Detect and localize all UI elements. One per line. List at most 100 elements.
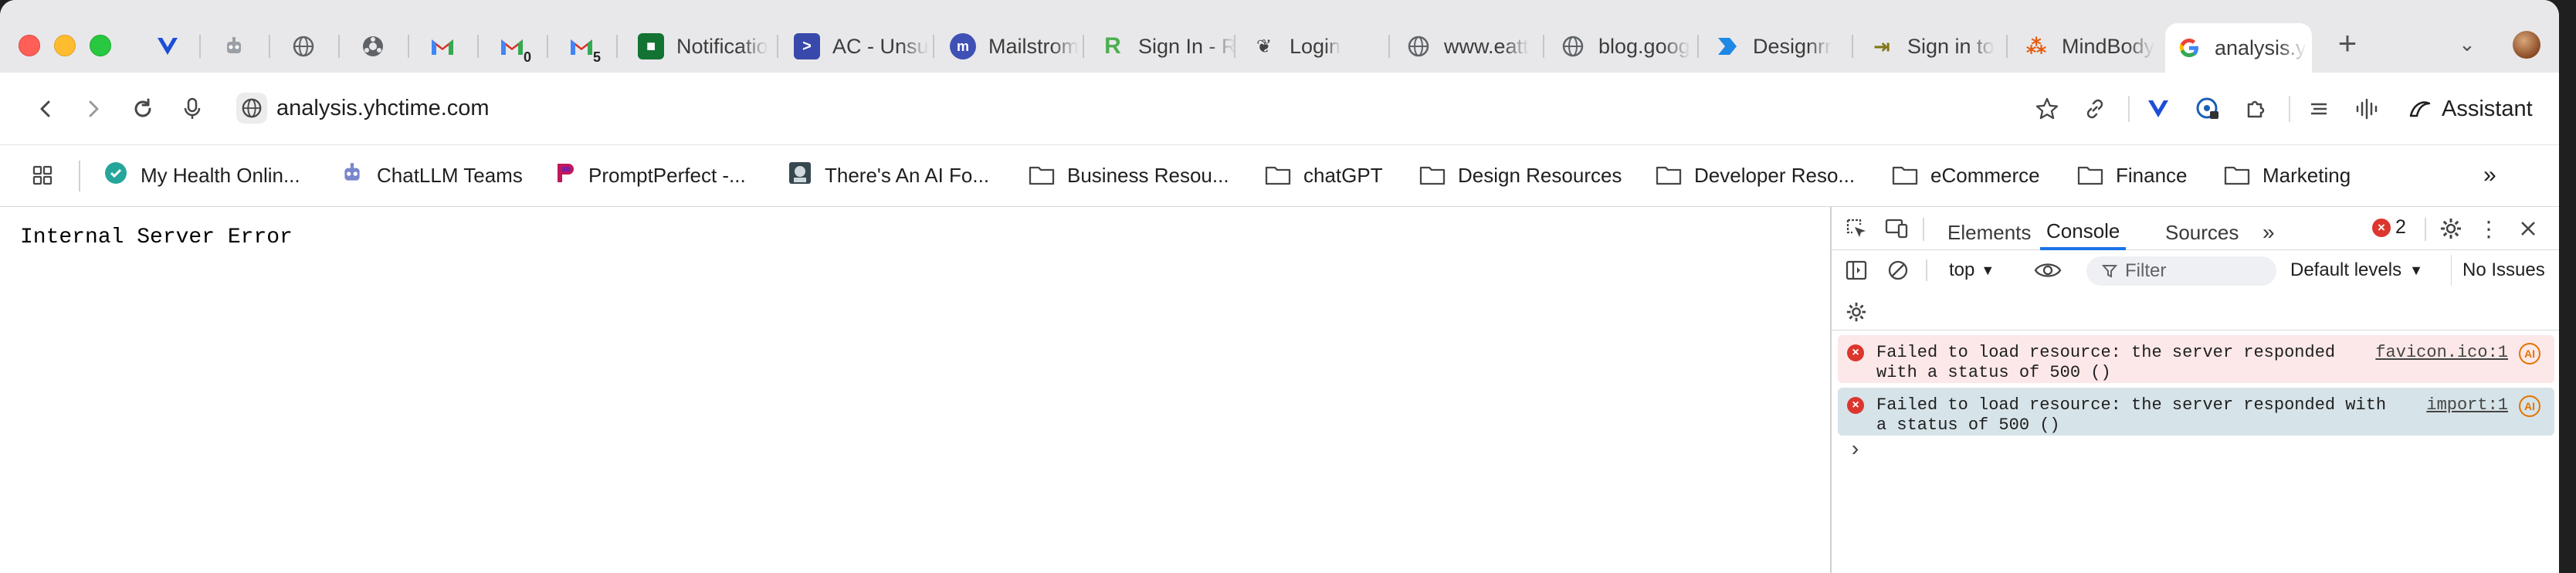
assistant-button[interactable]: Assistant xyxy=(2408,90,2533,128)
tab-notifications[interactable]: ■ Notificatio xyxy=(627,23,774,70)
devtools-settings-gear-icon[interactable] xyxy=(2437,215,2465,242)
voice-search-button[interactable] xyxy=(173,90,212,128)
source-link[interactable]: favicon.ico:1 xyxy=(2375,343,2508,363)
error-count-badge[interactable]: × 2 xyxy=(2372,216,2406,239)
extension-password-button[interactable] xyxy=(2188,90,2227,128)
bookmark-folder-developer[interactable]: Developer Reso... xyxy=(1656,158,1855,193)
extension-vee-button[interactable] xyxy=(2139,90,2178,128)
tab-vee[interactable] xyxy=(144,23,187,70)
mailstrom-icon: m xyxy=(950,33,976,59)
tab-blog-goog[interactable]: blog.goog xyxy=(1549,23,1696,70)
tab-ac[interactable]: > AC - Unsu xyxy=(783,23,930,70)
tab-badge: 5 xyxy=(592,49,601,65)
link-icon xyxy=(360,33,386,59)
folder-icon xyxy=(2077,166,2103,185)
more-tabs-chevron-icon[interactable]: » xyxy=(2262,215,2275,250)
tab-link[interactable] xyxy=(349,23,395,70)
address-bar[interactable]: analysis.yhctime.com xyxy=(224,86,2062,131)
bookmark-chatllm[interactable]: ChatLLM Teams xyxy=(340,158,523,193)
media-controls-button[interactable] xyxy=(2347,90,2386,128)
clear-console-icon[interactable] xyxy=(1884,256,1912,284)
console-settings-gear-icon[interactable] xyxy=(1842,298,1870,326)
apps-button[interactable] xyxy=(31,158,54,193)
puzzle-icon xyxy=(2247,100,2265,118)
tab-robot[interactable] xyxy=(210,23,256,70)
bookmarks-overflow-button[interactable]: » xyxy=(2483,158,2496,193)
tab-gmail-2[interactable]: 0 xyxy=(488,23,537,70)
error-icon: × xyxy=(1847,344,1864,361)
globe-icon xyxy=(1560,33,1586,59)
dropdown-triangle-icon: ▼ xyxy=(1981,262,1995,278)
tab-login[interactable]: ❦ Login xyxy=(1240,23,1387,70)
tab-mailstrom[interactable]: m Mailstrom xyxy=(939,23,1086,70)
forward-button[interactable] xyxy=(74,90,113,128)
tab-designrr[interactable]: Designrr xyxy=(1703,23,1850,70)
browser-window: 0 5 ■ Notificatio > AC - Unsu m Mailstro… xyxy=(0,0,2559,573)
notifications-icon: ■ xyxy=(638,33,664,59)
extensions-button[interactable] xyxy=(2236,90,2275,128)
console-prompt[interactable]: › xyxy=(1849,439,1862,463)
arrow-left-icon xyxy=(40,100,50,117)
bookmark-my-health[interactable]: My Health Onlin... xyxy=(103,158,300,193)
bookmark-folder-design[interactable]: Design Resources xyxy=(1419,158,1622,193)
console-filter-input[interactable]: Filter xyxy=(2086,256,2276,286)
window-close-button[interactable] xyxy=(19,35,40,56)
devtools-tab-elements[interactable]: Elements xyxy=(1947,215,2031,250)
audio-waveform-icon xyxy=(2356,98,2378,120)
issues-counter[interactable]: No Issues xyxy=(2451,255,2545,286)
tab-globe-1[interactable] xyxy=(280,23,326,70)
devtools-close-icon[interactable] xyxy=(2514,215,2542,242)
star-icon xyxy=(2035,97,2059,120)
bookmark-folder-ecommerce[interactable]: eCommerce xyxy=(1892,158,2040,193)
tab-gmail-3[interactable]: 5 xyxy=(558,23,607,70)
tab-badge: 0 xyxy=(523,49,531,65)
reading-list-button[interactable] xyxy=(2300,90,2338,128)
source-link[interactable]: import:1 xyxy=(2426,395,2508,415)
back-button[interactable] xyxy=(26,90,65,128)
bookmark-folder-business[interactable]: Business Resou... xyxy=(1029,158,1229,193)
devtools-tab-console[interactable]: Console xyxy=(2040,215,2127,250)
signin-icon: ⇥ xyxy=(1873,34,1890,58)
bookmark-folder-finance[interactable]: Finance xyxy=(2077,158,2188,193)
devtools-tab-sources[interactable]: Sources xyxy=(2165,215,2239,250)
bookmark-star-button[interactable] xyxy=(2028,90,2066,128)
filter-funnel-icon xyxy=(2102,265,2117,278)
ai-explain-icon[interactable]: AI xyxy=(2519,395,2540,417)
tab-signin-r[interactable]: R Sign In - R xyxy=(1089,23,1235,70)
profile-avatar[interactable] xyxy=(2513,31,2540,59)
mindbody-icon: ⁂ xyxy=(2025,34,2047,58)
bookmark-theres-an-ai[interactable]: There's An AI Fo... xyxy=(788,158,989,193)
tab-analysis-active[interactable]: analysis.y xyxy=(2165,23,2312,73)
console-error-message[interactable]: × Failed to load resource: the server re… xyxy=(1838,335,2554,383)
globe-icon xyxy=(242,98,262,118)
login-icon: ❦ xyxy=(1256,36,1273,57)
url-text[interactable]: analysis.yhctime.com xyxy=(276,96,490,121)
window-minimize-button[interactable] xyxy=(54,35,76,56)
new-tab-button[interactable]: + xyxy=(2330,27,2364,62)
bookmark-folder-chatgpt[interactable]: chatGPT xyxy=(1265,158,1383,193)
window-maximize-button[interactable] xyxy=(90,35,111,56)
reload-button[interactable] xyxy=(124,90,162,128)
tab-gmail-1[interactable] xyxy=(419,23,465,70)
devtools-more-menu-icon[interactable]: ⋮ xyxy=(2477,215,2500,242)
bookmark-promptperfect[interactable]: PromptPerfect -... xyxy=(554,158,746,193)
context-select[interactable]: top ▼ xyxy=(1949,259,1995,281)
site-info-button[interactable] xyxy=(236,93,267,124)
ai-explain-icon[interactable]: AI xyxy=(2519,343,2540,364)
sidebar-toggle-icon[interactable] xyxy=(1842,256,1870,284)
copy-link-button[interactable] xyxy=(2076,90,2114,128)
bookmark-folder-marketing[interactable]: Marketing xyxy=(2224,158,2351,193)
apps-grid-icon xyxy=(32,165,53,185)
arrow-right-icon xyxy=(89,100,99,117)
log-levels-select[interactable]: Default levels ▼ xyxy=(2290,259,2423,281)
gmail-icon: 5 xyxy=(568,33,601,65)
tab-eatt[interactable]: www.eatt xyxy=(1395,23,1541,70)
device-toolbar-icon[interactable] xyxy=(1883,215,1910,242)
google-icon xyxy=(2176,35,2202,61)
live-expression-eye-icon[interactable] xyxy=(2031,256,2065,284)
inspect-element-icon[interactable] xyxy=(1842,215,1870,242)
tab-signin-to[interactable]: ⇥ Sign in to xyxy=(1858,23,2005,70)
tab-search-chevron-icon[interactable]: ⌄ xyxy=(2459,32,2476,56)
tab-mindbody[interactable]: ⁂ MindBody xyxy=(2012,23,2159,70)
console-error-message[interactable]: × Failed to load resource: the server re… xyxy=(1838,388,2554,436)
